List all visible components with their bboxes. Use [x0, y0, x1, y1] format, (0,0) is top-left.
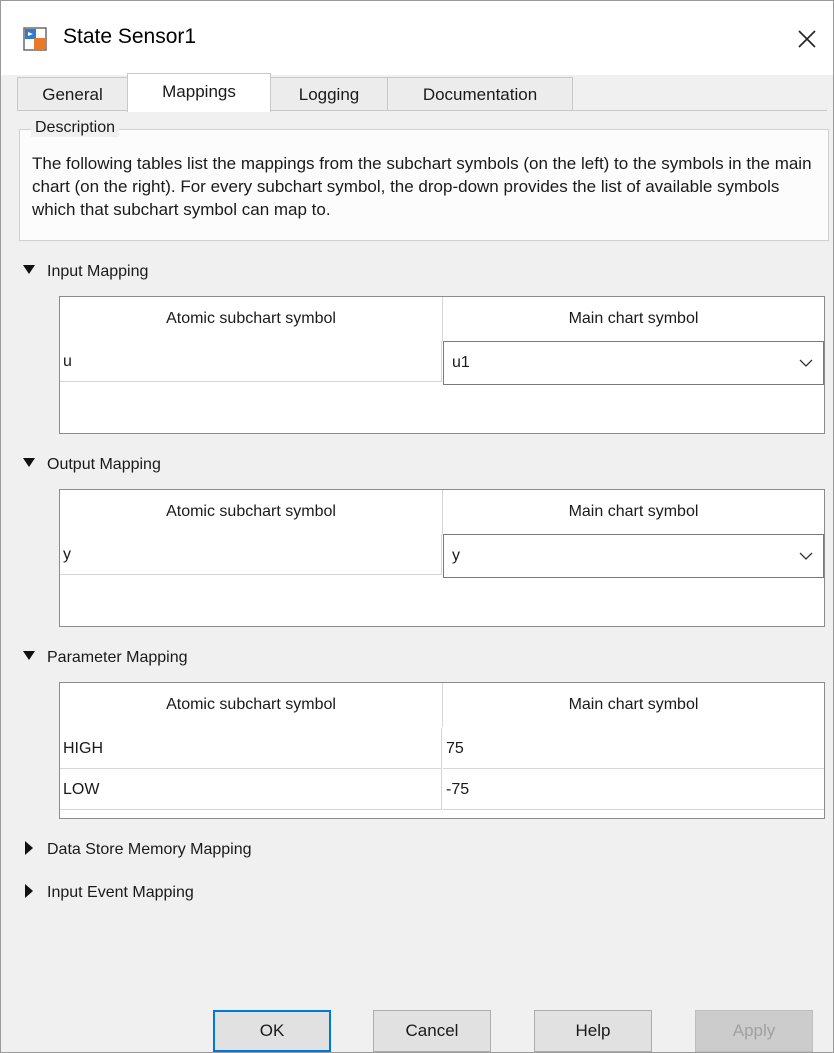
column-header-main: Main chart symbol [568, 696, 699, 713]
main-symbol-cell[interactable]: -75 [443, 769, 824, 810]
dropdown-value: u1 [452, 354, 470, 371]
column-header-subchart: Atomic subchart symbol [60, 297, 443, 341]
input-event-mapping-title: Input Event Mapping [47, 884, 194, 901]
input-mapping-header[interactable]: Input Mapping [23, 263, 148, 281]
parameter-mapping-title: Parameter Mapping [47, 649, 188, 666]
main-symbol-dropdown[interactable]: u1 [443, 341, 824, 385]
subchart-symbol-cell: y [60, 534, 442, 575]
description-text: The following tables list the mappings f… [32, 154, 812, 219]
state-sensor-dialog: State Sensor1 General Mappings Logging D… [0, 0, 834, 1053]
description-label: Description [31, 119, 120, 137]
parameter-mapping-header[interactable]: Parameter Mapping [23, 649, 188, 667]
input-event-mapping-header[interactable]: Input Event Mapping [23, 884, 194, 902]
collapse-triangle-icon [23, 651, 35, 660]
expand-triangle-icon [25, 841, 33, 855]
simulink-block-icon [23, 27, 47, 51]
collapse-triangle-icon [23, 265, 35, 274]
window-title: State Sensor1 [63, 25, 197, 48]
cancel-button[interactable]: Cancel [373, 1010, 491, 1052]
table-row: HIGH 75 [60, 728, 824, 769]
data-store-memory-mapping-header[interactable]: Data Store Memory Mapping [23, 841, 252, 859]
ok-button[interactable]: OK [213, 1010, 331, 1052]
table-row: LOW -75 [60, 769, 824, 810]
tab-mappings[interactable]: Mappings [127, 73, 271, 112]
column-header-subchart: Atomic subchart symbol [60, 683, 443, 727]
chevron-down-icon [799, 359, 813, 367]
table-row: y y [60, 534, 824, 578]
input-mapping-title: Input Mapping [47, 263, 149, 280]
close-icon[interactable] [789, 21, 825, 57]
apply-button[interactable]: Apply [695, 1010, 813, 1052]
subchart-symbol-cell: HIGH [60, 728, 442, 769]
parameter-mapping-table: Atomic subchart symbol Main chart symbol… [59, 682, 825, 819]
output-mapping-table: Atomic subchart symbol Main chart symbol… [59, 489, 825, 627]
subchart-symbol-cell: u [60, 341, 442, 382]
column-header-main: Main chart symbol [568, 310, 699, 327]
expand-triangle-icon [25, 884, 33, 898]
collapse-triangle-icon [23, 458, 35, 467]
help-button[interactable]: Help [534, 1010, 652, 1052]
title-bar: State Sensor1 [1, 1, 833, 75]
tab-logging[interactable]: Logging [270, 77, 388, 111]
column-header-main: Main chart symbol [568, 503, 699, 520]
tab-bar: General Mappings Logging Documentation [17, 73, 827, 112]
tab-general[interactable]: General [17, 77, 128, 111]
table-row: u u1 [60, 341, 824, 385]
column-header-subchart: Atomic subchart symbol [60, 490, 443, 534]
subchart-symbol-cell: LOW [60, 769, 442, 810]
tab-documentation[interactable]: Documentation [387, 77, 573, 111]
output-mapping-title: Output Mapping [47, 456, 161, 473]
description-group: The following tables list the mappings f… [19, 129, 829, 241]
dropdown-value: y [452, 547, 460, 564]
output-mapping-header[interactable]: Output Mapping [23, 456, 161, 474]
data-store-memory-mapping-title: Data Store Memory Mapping [47, 841, 252, 858]
chevron-down-icon [799, 552, 813, 560]
main-symbol-cell[interactable]: 75 [443, 728, 824, 769]
main-symbol-dropdown[interactable]: y [443, 534, 824, 578]
input-mapping-table: Atomic subchart symbol Main chart symbol… [59, 296, 825, 434]
